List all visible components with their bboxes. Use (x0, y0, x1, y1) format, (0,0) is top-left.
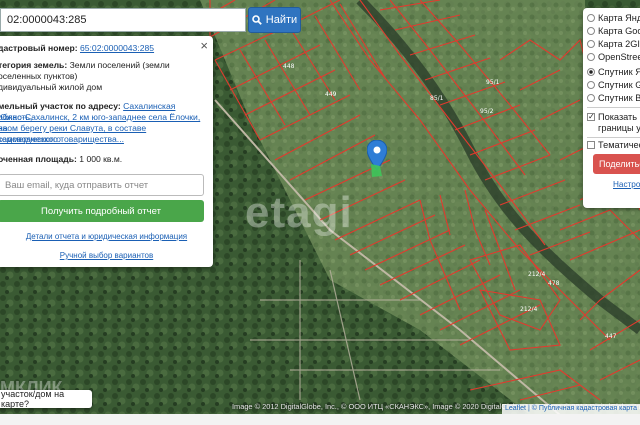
leaflet-attribution: Leaflet | © Публичная кадастровая карта (501, 404, 640, 414)
layer-option-google-map[interactable]: Карта Google (587, 25, 640, 37)
cadastral-number-row: дастровый номер: 65:02:0000043:285 (0, 43, 206, 54)
checkbox-checked-icon[interactable]: ✓ (587, 113, 595, 121)
layer-switcher: Карта Яндекс Карта Google Карта 2GIS Ope… (583, 8, 640, 208)
layer-option-bing-satellite[interactable]: Спутник Bing (587, 92, 640, 104)
checkbox-icon[interactable] (587, 141, 595, 149)
layer-label: Спутник Google (598, 80, 640, 90)
layer-label: OpenStreetMap (598, 52, 640, 62)
layer-option-google-satellite[interactable]: Спутник Google (587, 79, 640, 91)
layer-option-2gis-map[interactable]: Карта 2GIS (587, 38, 640, 50)
radio-icon[interactable] (587, 81, 595, 89)
radio-icon[interactable] (587, 27, 595, 35)
layer-label: Спутник Bing (598, 93, 640, 103)
radio-icon[interactable] (587, 53, 595, 61)
area-row: оченная площадь: 1 000 кв.м. (0, 154, 206, 165)
parcel-number-label: 85/1 (430, 95, 444, 102)
manual-selection-link[interactable]: Ручной выбор вариантов (0, 251, 213, 260)
parcel-number-label: 95/1 (486, 79, 500, 86)
email-field[interactable] (0, 174, 204, 196)
layer-divider (587, 137, 640, 138)
area-label: оченная площадь: (0, 154, 77, 164)
layer-option-yandex-map[interactable]: Карта Яндекс (587, 12, 640, 24)
address-label: мельный участок по адресу: (0, 101, 121, 111)
layer-divider (587, 107, 640, 108)
parcel-info-panel: × дастровый номер: 65:02:0000043:285 тег… (0, 36, 213, 267)
layer-label: Спутник Яндекс (598, 67, 640, 77)
search-button[interactable]: Найти (248, 7, 301, 33)
get-report-button[interactable]: Получить подробный отчет (0, 200, 204, 222)
parcel-number-label: 448 (283, 63, 295, 70)
cadastral-number-label: дастровый номер: (0, 43, 78, 53)
settings-link[interactable]: Настройки (613, 180, 640, 189)
radio-icon[interactable] (587, 40, 595, 48)
option-label: Тематические карты (598, 140, 640, 150)
share-button[interactable]: Поделиться (593, 154, 640, 174)
parcel-number-label: 95/2 (480, 108, 494, 115)
permitted-use-value: дивидуальный жилой дом (0, 82, 103, 92)
search-icon (251, 15, 262, 25)
show-cadastral-boundaries-option-2: границы участков (598, 123, 640, 133)
leaflet-link[interactable]: Leaflet (505, 405, 526, 412)
land-category-label: тегория земель: (0, 60, 68, 70)
cadastral-number-link[interactable]: 65:02:0000043:285 (80, 43, 154, 53)
watermark-text: etagi (245, 188, 353, 237)
address-link-4[interactable]: коммерческого товарищества... (0, 134, 124, 144)
bottom-bar (0, 414, 640, 425)
parcel-number-label: 212/4 (520, 306, 537, 313)
leaflet-rest: | © Публичная кадастровая карта (527, 405, 637, 412)
layer-option-yandex-satellite[interactable]: Спутник Яндекс (587, 66, 640, 78)
parcel-number-label: 449 (325, 91, 337, 98)
land-category-value-2: оселенных пунктов) (0, 71, 78, 81)
add-property-prompt[interactable]: участок/дом на карте? (0, 389, 92, 409)
search-button-label: Найти (265, 14, 298, 26)
land-category-value: Земли поселений (земли (69, 60, 170, 70)
cadastral-search-input[interactable] (0, 8, 246, 32)
parcel-number-label: 447 (605, 333, 617, 340)
layer-label: Карта Яндекс (598, 13, 640, 23)
land-category-row: тегория земель: Земли поселений (земли (0, 60, 206, 71)
layer-label: Карта 2GIS (598, 39, 640, 49)
layer-label: Карта Google (598, 26, 640, 36)
parcel-number-label: 478 (548, 280, 560, 287)
option-label: Показать кадастровые (598, 112, 640, 122)
thematic-maps-option[interactable]: Тематические карты (587, 139, 640, 151)
layer-option-osm[interactable]: OpenStreetMap (587, 51, 640, 63)
parcel-highlight (371, 164, 382, 177)
radio-selected-icon[interactable] (587, 68, 595, 76)
area-value: 1 000 кв.м. (79, 154, 123, 164)
address-line-4: коммерческого товарищества... (0, 134, 206, 145)
report-details-link[interactable]: Детали отчета и юридическая информация (0, 232, 213, 241)
radio-icon[interactable] (587, 94, 595, 102)
parcel-number-label: 212/4 (528, 271, 545, 278)
radio-icon[interactable] (587, 14, 595, 22)
